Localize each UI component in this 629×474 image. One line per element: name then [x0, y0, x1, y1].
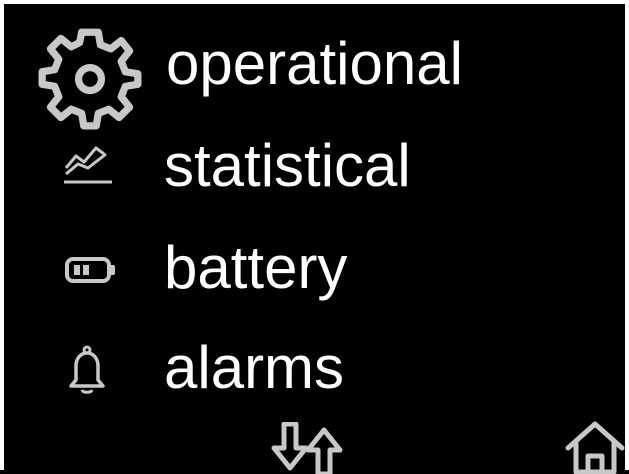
menu-item-operational[interactable]: operational — [4, 16, 625, 130]
gear-icon — [38, 28, 142, 130]
menu-item-alarms[interactable]: alarms — [4, 326, 625, 422]
trend-chart-icon — [64, 146, 112, 184]
home-icon[interactable] — [564, 420, 626, 474]
menu-item-statistical[interactable]: statistical — [4, 122, 625, 218]
menu-item-battery[interactable]: battery — [4, 222, 625, 318]
bell-icon — [69, 345, 105, 394]
device-screen: operational statistical battery alarms — [0, 0, 629, 474]
menu-item-label: operational — [166, 30, 463, 97]
menu-item-label: statistical — [164, 132, 411, 199]
menu-item-label: alarms — [164, 334, 345, 401]
menu-item-label: battery — [164, 234, 348, 301]
battery-icon — [65, 257, 115, 283]
down-up-arrows-icon[interactable] — [266, 422, 356, 474]
